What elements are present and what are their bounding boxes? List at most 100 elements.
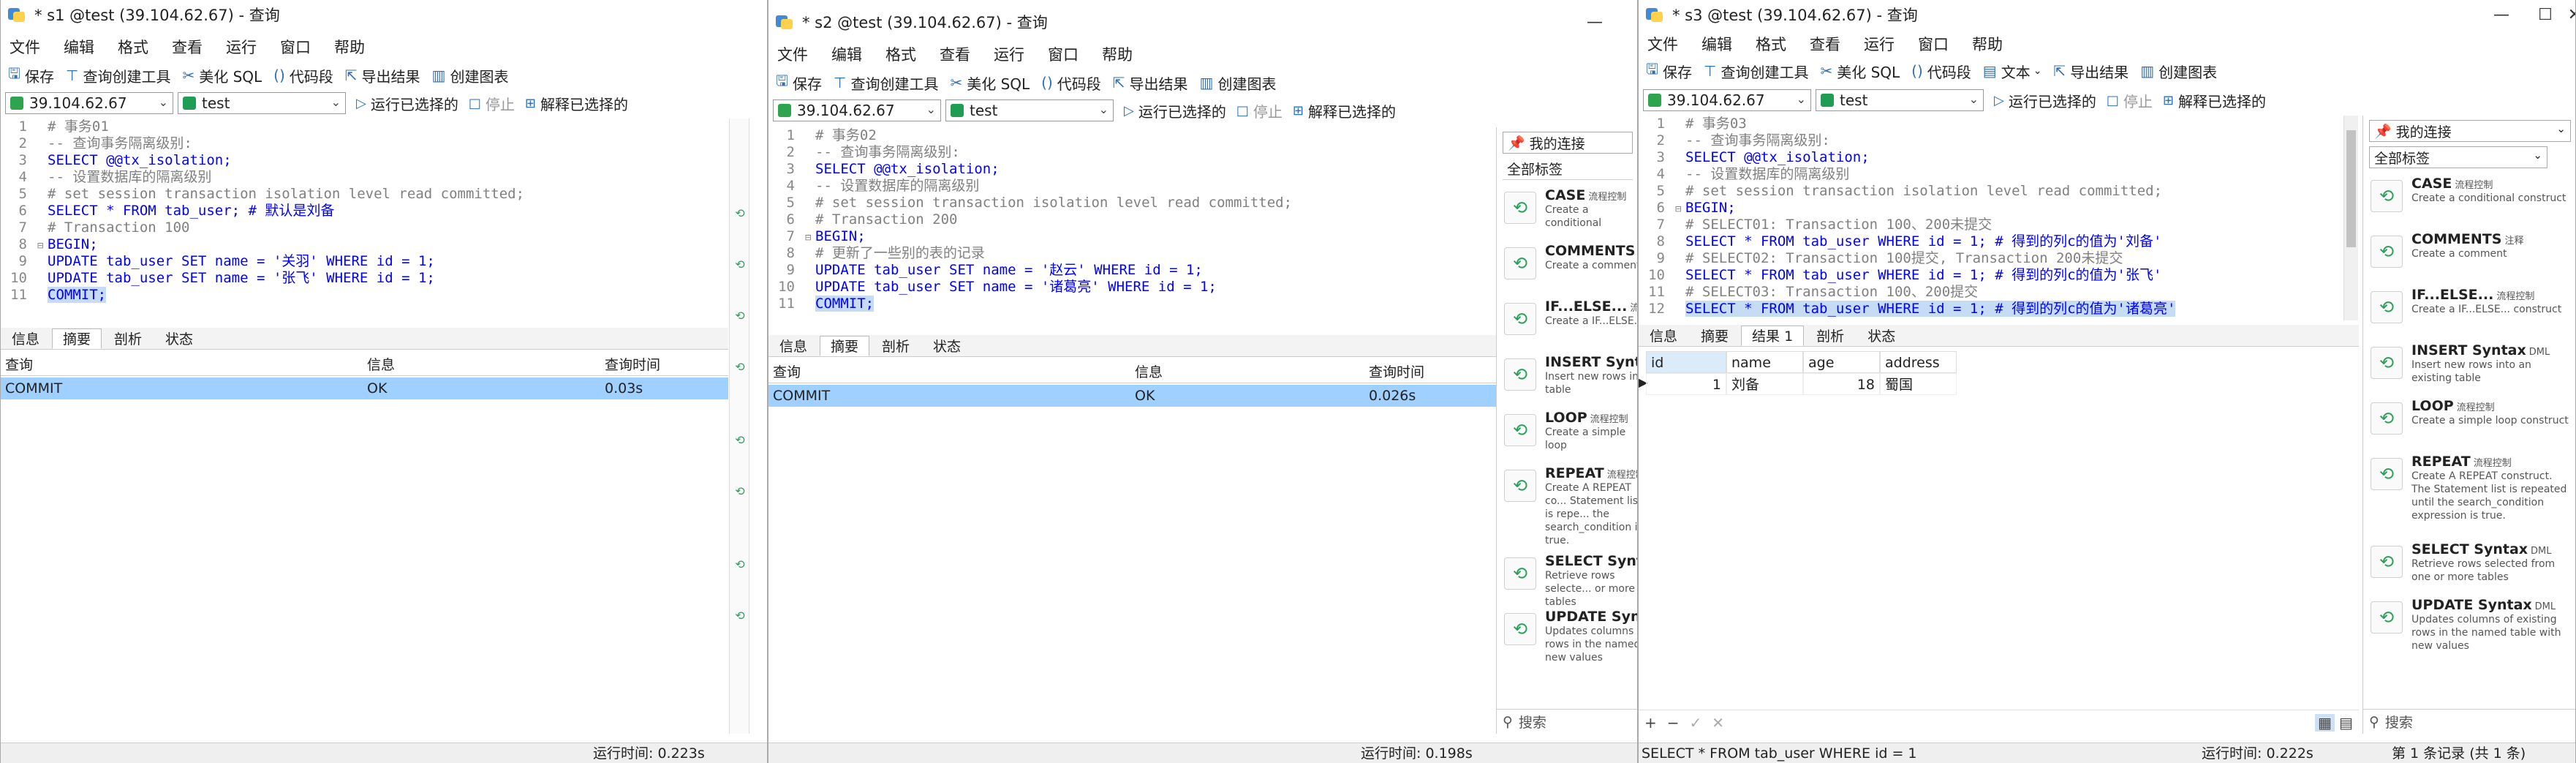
tab-info[interactable]: 信息 bbox=[768, 336, 818, 356]
save-button[interactable]: 🖫 保存 bbox=[776, 70, 822, 95]
tab-profile[interactable]: 剖析 bbox=[103, 328, 153, 349]
discard-button[interactable]: ✕ bbox=[1712, 714, 1724, 732]
tab-status[interactable]: 状态 bbox=[922, 336, 972, 356]
tab-status[interactable]: 状态 bbox=[154, 328, 204, 349]
export-result-button[interactable]: ⇱ 导出结果 bbox=[345, 65, 420, 86]
sql-editor[interactable]: 1 # 事务03 2 -- 查询事务隔离级别: 3 SELECT @@tx_isola… bbox=[1639, 116, 2362, 322]
tab-profile[interactable]: 剖析 bbox=[871, 336, 921, 356]
query-builder-button[interactable]: ⊤ 查询创建工具 bbox=[66, 65, 170, 86]
snippet-comments[interactable]: ⟲ COMMENTS 注释 Create a comment bbox=[2371, 231, 2572, 279]
text-mode-button[interactable]: ▤ 文本 ⌄ bbox=[1983, 61, 2042, 82]
snippet-loop[interactable]: ⟲ LOOP 流程控制 Create a simple loop construct bbox=[2371, 398, 2572, 446]
delete-row-button[interactable]: − bbox=[1667, 714, 1680, 732]
database-select[interactable]: test ⌄ bbox=[945, 99, 1114, 121]
snippet-update[interactable]: ⟲UPDATE SyntaxUpdates columns of rows in… bbox=[1504, 609, 1637, 664]
menu-file[interactable]: 文件 bbox=[1639, 33, 1693, 55]
form-view-icon[interactable]: ▤ bbox=[2339, 714, 2353, 732]
column-header[interactable]: 查询时间 bbox=[1364, 361, 1496, 383]
code-snippet-button[interactable]: () 代码段 bbox=[1041, 72, 1101, 94]
beautify-sql-button[interactable]: ✂ 美化 SQL bbox=[182, 65, 262, 86]
editor-scrollbar[interactable] bbox=[2343, 116, 2358, 320]
snippet-icon[interactable]: ⟲ bbox=[733, 484, 747, 499]
menu-format[interactable]: 格式 bbox=[109, 36, 163, 58]
menu-window[interactable]: 窗口 bbox=[1909, 33, 1963, 55]
snippet-comments[interactable]: ⟲COMMENTS注Create a comment bbox=[1504, 243, 1637, 291]
menu-edit[interactable]: 编辑 bbox=[55, 36, 109, 58]
code-snippet-button[interactable]: () 代码段 bbox=[273, 65, 333, 86]
snippet-insert[interactable]: ⟲INSERT SyntaxInsert new rows into table bbox=[1504, 354, 1637, 402]
snippet-search-input[interactable]: ⚲ 搜索 bbox=[1497, 709, 1637, 734]
menu-edit[interactable]: 编辑 bbox=[1693, 33, 1747, 55]
create-chart-button[interactable]: ▥ 创建图表 bbox=[432, 65, 509, 86]
column-header[interactable]: 查询时间 bbox=[600, 354, 728, 376]
snippet-search-input[interactable]: ⚲ 搜索 bbox=[2363, 709, 2575, 734]
menu-format[interactable]: 格式 bbox=[1747, 33, 1801, 55]
menu-help[interactable]: 帮助 bbox=[1093, 43, 1147, 65]
snippet-icon[interactable]: ⟲ bbox=[733, 309, 747, 323]
column-header-id[interactable]: id bbox=[1646, 351, 1726, 373]
tab-info[interactable]: 信息 bbox=[1, 328, 50, 349]
database-select[interactable]: test ⌄ bbox=[178, 92, 346, 114]
explain-selected-button[interactable]: ⊞ 解释已选择的 bbox=[525, 93, 628, 114]
tab-result-1[interactable]: 结果 1 bbox=[1741, 326, 1805, 346]
column-header[interactable]: 信息 bbox=[363, 354, 600, 376]
menu-view[interactable]: 查看 bbox=[931, 43, 985, 65]
beautify-sql-button[interactable]: ✂ 美化 SQL bbox=[950, 72, 1030, 94]
column-header-name[interactable]: name bbox=[1726, 351, 1803, 373]
snippet-select[interactable]: ⟲ SELECT Syntax DML Retrieve rows selected … bbox=[2371, 541, 2572, 590]
run-selected-button[interactable]: ▷ 运行已选择的 bbox=[1124, 100, 1226, 121]
connection-select[interactable]: 39.104.62.67 ⌄ bbox=[773, 99, 941, 121]
table-cell[interactable]: 18 bbox=[1803, 373, 1880, 395]
menu-run[interactable]: 运行 bbox=[985, 43, 1039, 65]
beautify-sql-button[interactable]: ✂ 美化 SQL bbox=[1820, 61, 1900, 82]
snippet-icon[interactable]: ⟲ bbox=[733, 433, 747, 448]
tag-filter-select[interactable]: 全部标签 ⌄ bbox=[2369, 146, 2547, 168]
column-header-age[interactable]: age bbox=[1803, 351, 1880, 373]
create-chart-button[interactable]: ▥ 创建图表 bbox=[2140, 61, 2217, 82]
database-select[interactable]: test ⌄ bbox=[1816, 89, 1984, 111]
snippet-update[interactable]: ⟲ UPDATE Syntax DML Updates columns of exis… bbox=[2371, 597, 2572, 652]
minimize-button[interactable]: — bbox=[2479, 0, 2523, 29]
stop-button[interactable]: □ 停止 bbox=[2107, 90, 2153, 111]
table-cell[interactable]: 蜀国 bbox=[1880, 373, 1957, 395]
table-cell[interactable]: 1 bbox=[1646, 373, 1726, 395]
tag-filter-select[interactable]: 全部标签 bbox=[1503, 158, 1633, 180]
minimize-button[interactable]: — bbox=[1573, 7, 1617, 37]
snippet-select[interactable]: ⟲SELECT SyntaxRetrieve rows selecte... o… bbox=[1504, 553, 1637, 608]
column-header[interactable]: 查询 bbox=[1, 354, 363, 376]
column-header-address[interactable]: address bbox=[1880, 351, 1957, 373]
stop-button[interactable]: □ 停止 bbox=[1236, 100, 1283, 121]
table-row[interactable]: COMMIT OK 0.03s bbox=[1, 377, 728, 399]
snippet-if-else[interactable]: ⟲ IF...ELSE... 流程控制 Create a IF...ELSE... c… bbox=[2371, 287, 2572, 335]
snippet-repeat[interactable]: ⟲ REPEAT 流程控制 Create A REPEAT construct. Th… bbox=[2371, 454, 2572, 534]
explain-selected-button[interactable]: ⊞ 解释已选择的 bbox=[1293, 100, 1396, 121]
table-row[interactable]: COMMIT OK 0.026s bbox=[768, 385, 1496, 407]
menu-run[interactable]: 运行 bbox=[217, 36, 271, 58]
create-chart-button[interactable]: ▥ 创建图表 bbox=[1200, 72, 1277, 94]
connection-select[interactable]: 39.104.62.67 ⌄ bbox=[1643, 89, 1811, 111]
menu-window[interactable]: 窗口 bbox=[271, 36, 325, 58]
export-result-button[interactable]: ⇱ 导出结果 bbox=[1113, 72, 1188, 94]
snippet-icon[interactable]: ⟲ bbox=[733, 557, 747, 572]
tab-summary[interactable]: 摘要 bbox=[52, 328, 102, 349]
snippet-icon[interactable]: ⟲ bbox=[733, 360, 747, 375]
run-selected-button[interactable]: ▷ 运行已选择的 bbox=[1994, 90, 2096, 111]
snippet-icon[interactable]: ⟲ bbox=[733, 609, 747, 623]
menu-edit[interactable]: 编辑 bbox=[823, 43, 877, 65]
snippet-icon[interactable]: ⟲ bbox=[733, 206, 747, 221]
tab-summary[interactable]: 摘要 bbox=[820, 336, 870, 356]
snippet-insert[interactable]: ⟲ INSERT Syntax DML Insert new rows into an… bbox=[2371, 342, 2572, 391]
code-snippet-button[interactable]: () 代码段 bbox=[1911, 61, 1971, 82]
connection-filter-select[interactable]: 📌 我的连接 ⌄ bbox=[2369, 120, 2571, 142]
snippet-loop[interactable]: ⟲ LOOP 流程控制 Create a simple loop bbox=[1504, 410, 1634, 458]
tab-info[interactable]: 信息 bbox=[1639, 326, 1688, 346]
connection-select[interactable]: 39.104.62.67 ⌄ bbox=[5, 92, 173, 114]
save-button[interactable]: 🖫 保存 bbox=[1646, 59, 1692, 83]
sql-editor[interactable]: 1 # 事务01 2 -- 查询事务隔离级别: 3 SELECT @@tx_isola… bbox=[1, 119, 732, 323]
sql-editor[interactable]: 1 # 事务02 2 -- 查询事务隔离级别: 3 SELECT @@tx_isola… bbox=[768, 127, 1500, 332]
table-row[interactable]: ▶ 1 刘备 18 蜀国 bbox=[1639, 373, 2359, 395]
snippet-case[interactable]: ⟲ CASE 流程控制 Create a conditional construct bbox=[2371, 176, 2572, 224]
menu-view[interactable]: 查看 bbox=[163, 36, 217, 58]
snippet-repeat[interactable]: ⟲REPEAT流程控制Create A REPEAT co... Stateme… bbox=[1504, 465, 1637, 546]
close-button[interactable]: ✕ bbox=[2553, 0, 2575, 29]
